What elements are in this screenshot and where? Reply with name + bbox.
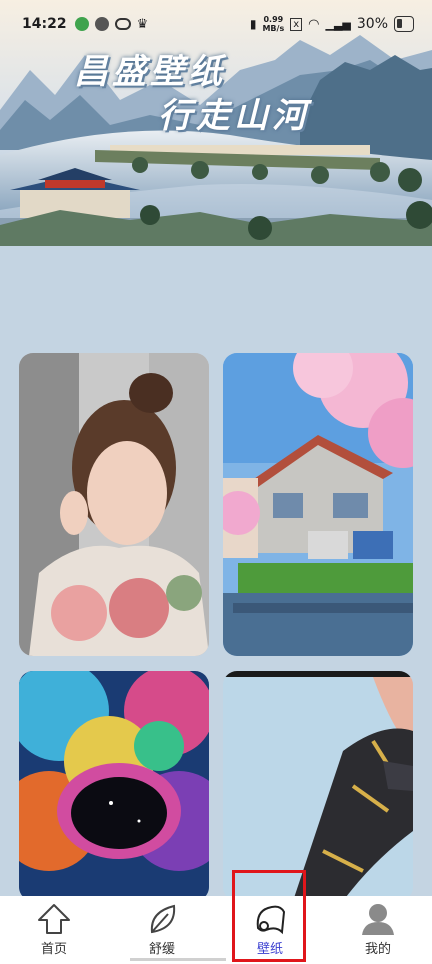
vibrate-icon: ▮ [249,17,257,31]
bottom-navigation: 首页 舒缓 壁纸 我的 [0,896,432,964]
user-icon [362,904,394,935]
wallpaper-card-boots[interactable] [223,671,413,901]
battery-icon [394,16,414,32]
nav-home-label: 首页 [40,942,67,957]
fox-notification-icon [94,17,109,31]
nav-mine-label: 我的 [364,942,391,957]
link-notification-icon [114,18,131,30]
wifi-icon: ◠ [308,16,320,32]
wallpaper-card-nebula[interactable] [19,671,209,901]
tab-indicator [130,958,226,961]
crown-icon: ♛ [136,16,149,32]
status-bar: 14:22 ♛ ▮ 0.99 MB/s x ◠ ▁▃▅ 30% [0,0,432,48]
wallpaper-card-portrait[interactable] [19,353,209,656]
nav-wallpaper-label: 壁纸 [256,942,283,957]
nav-relax-label: 舒缓 [148,942,175,957]
nav-home[interactable]: 首页 [0,896,108,964]
scroll-icon [256,905,286,935]
net-speed: 0.99 MB/s [262,15,285,33]
nav-wallpaper[interactable]: 壁纸 [216,896,324,964]
wallpaper-card-anime-street[interactable] [223,353,413,656]
banner-title-line2: 行走山河 [158,96,310,136]
home-icon [38,904,70,934]
banner-title-line1: 昌盛壁纸 [74,52,226,92]
sim-icon: x [290,17,303,31]
signal-icon: ▁▃▅ [325,17,351,31]
app-notification-icon [74,17,89,31]
nav-relax[interactable]: 舒缓 [108,896,216,964]
status-time: 14:22 [22,16,67,32]
battery-percent: 30% [356,16,388,32]
leaf-icon [150,904,176,934]
nav-mine[interactable]: 我的 [324,896,432,964]
